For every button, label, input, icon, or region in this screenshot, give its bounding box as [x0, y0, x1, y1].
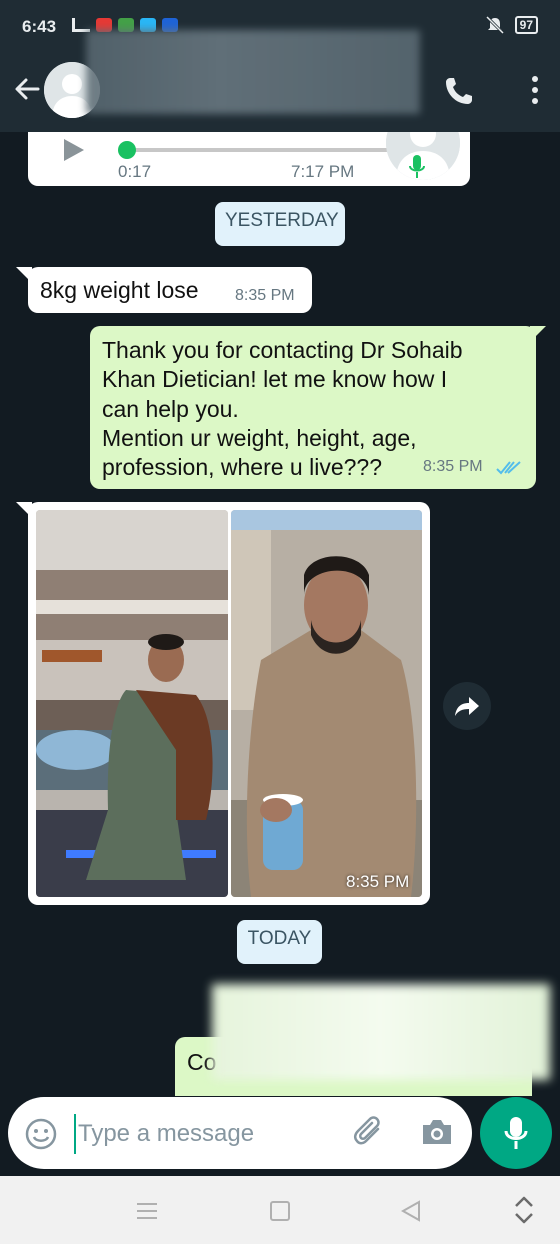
- more-vertical-icon[interactable]: [530, 74, 540, 106]
- contact-name-redacted: [86, 30, 420, 114]
- voice-progress-handle[interactable]: [118, 141, 136, 159]
- paperclip-icon[interactable]: [352, 1115, 388, 1151]
- photo-image: [36, 510, 228, 897]
- photo-portrait[interactable]: [231, 510, 422, 897]
- voice-message[interactable]: 0:17 7:17 PM: [28, 132, 470, 186]
- battery-indicator: 97: [514, 16, 538, 34]
- voice-record-button[interactable]: [480, 1097, 552, 1169]
- arrow-left-icon[interactable]: [10, 72, 44, 106]
- rotate-icon[interactable]: [510, 1196, 538, 1224]
- chat-messages: 0:17 7:17 PM YESTERDAY 8kg weight lose 8…: [0, 132, 560, 1096]
- incoming-message[interactable]: 8kg weight lose 8:35 PM: [28, 267, 312, 313]
- photo-image: [231, 510, 422, 897]
- phone-icon[interactable]: [442, 74, 476, 108]
- message-time: 8:35 PM: [423, 458, 483, 475]
- mute-bell-icon: [485, 16, 504, 34]
- status-right: 97: [485, 16, 538, 34]
- status-time: 6:43: [22, 17, 57, 36]
- mic-icon: [409, 155, 425, 178]
- photo-mall[interactable]: [36, 510, 228, 897]
- voice-duration: 0:17: [118, 162, 152, 181]
- forward-button[interactable]: [443, 682, 491, 730]
- double-check-icon: [496, 461, 521, 475]
- message-text: 8kg weight lose: [40, 277, 199, 303]
- message-time: 7:17 PM: [291, 162, 355, 181]
- message-redacted: [212, 984, 550, 1080]
- play-icon[interactable]: [58, 136, 86, 164]
- message-time: 8:35 PM: [346, 872, 410, 891]
- emoji-icon[interactable]: [24, 1117, 58, 1151]
- outgoing-message[interactable]: Thank you for contacting Dr Sohaib Khan …: [90, 326, 536, 489]
- recent-apps-icon[interactable]: [136, 1201, 158, 1221]
- system-nav-bar: [0, 1176, 560, 1244]
- voice-progress-track[interactable]: [126, 148, 388, 152]
- forward-icon: [455, 697, 479, 716]
- date-chip-today: TODAY: [237, 920, 322, 964]
- mic-icon: [504, 1117, 528, 1149]
- message-input[interactable]: [74, 1114, 344, 1154]
- photo-message[interactable]: 8:35 PM: [28, 502, 430, 905]
- home-icon[interactable]: [270, 1201, 290, 1221]
- date-chip-yesterday: YESTERDAY: [215, 202, 345, 246]
- back-triangle-icon[interactable]: [400, 1200, 422, 1222]
- camera-icon[interactable]: [420, 1117, 454, 1147]
- message-composer: [8, 1097, 472, 1169]
- message-time: 8:35 PM: [235, 287, 295, 304]
